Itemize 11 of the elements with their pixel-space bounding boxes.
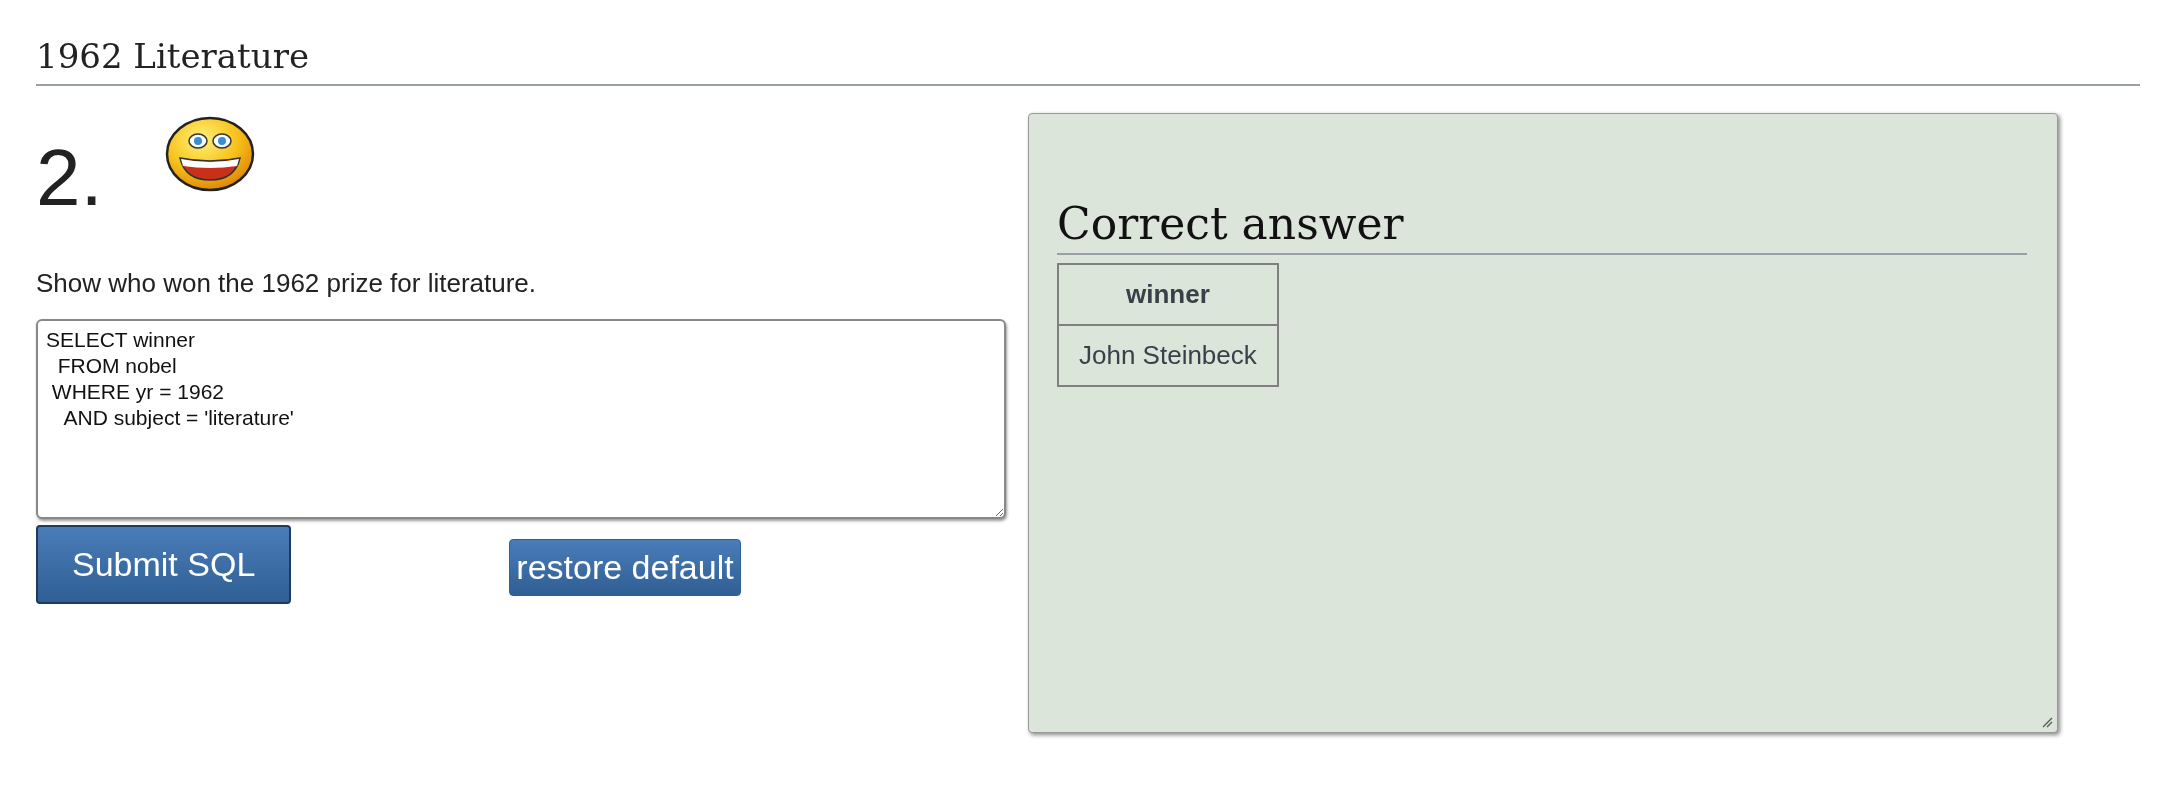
smiley-icon bbox=[164, 116, 255, 192]
panel-heading: Correct answer bbox=[1057, 198, 2027, 255]
column-header: winner bbox=[1058, 264, 1278, 325]
table-cell: John Steinbeck bbox=[1058, 325, 1278, 386]
restore-button[interactable]: restore default bbox=[509, 539, 741, 596]
submit-button[interactable]: Submit SQL bbox=[36, 525, 292, 604]
resize-grip-icon[interactable] bbox=[2041, 716, 2053, 728]
question-number: 2. bbox=[36, 138, 103, 218]
question-text: Show who won the 1962 prize for literature. bbox=[36, 268, 538, 299]
page-title: 1962 Literature bbox=[36, 36, 2140, 86]
sql-input-field[interactable]: SELECT winner FROM nobel WHERE yr = 1962 AND subject = 'literature' bbox=[36, 319, 1006, 519]
